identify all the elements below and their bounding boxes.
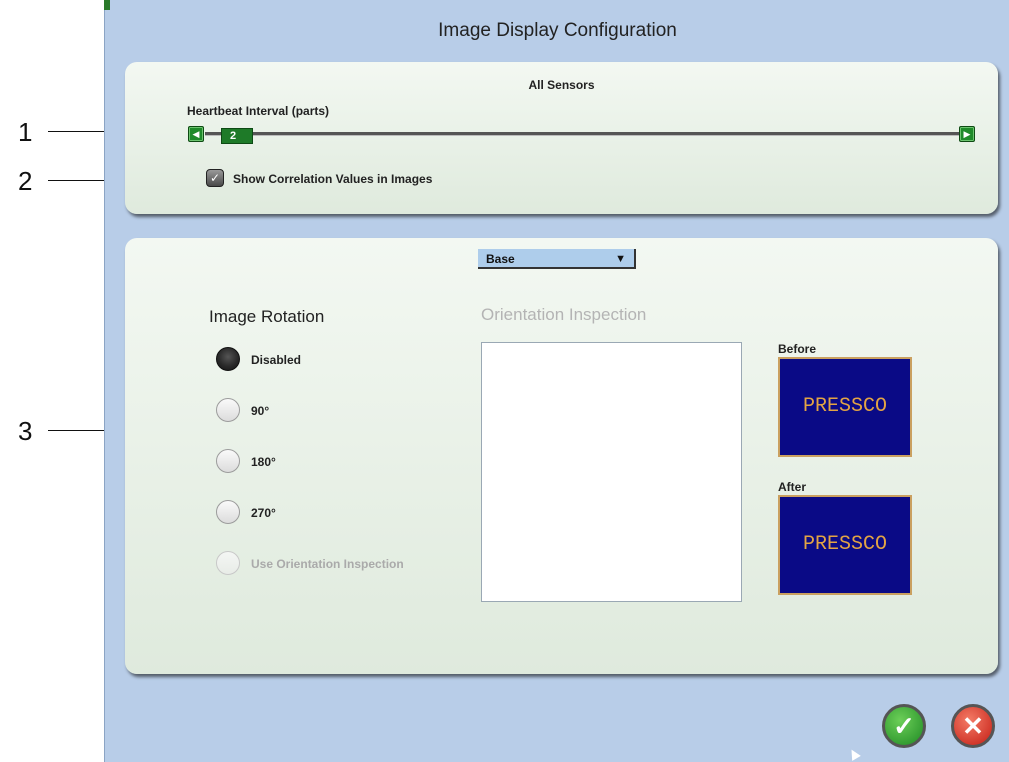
heartbeat-slider-thumb[interactable]: 2 — [221, 128, 253, 144]
slider-increment-button[interactable]: ▶ — [959, 126, 975, 142]
all-sensors-panel: All Sensors Heartbeat Interval (parts) ◀… — [125, 62, 998, 214]
show-correlation-label: Show Correlation Values in Images — [233, 172, 433, 186]
image-display-configuration-dialog: Image Display Configuration All Sensors … — [104, 0, 1009, 762]
before-label: Before — [778, 342, 817, 356]
radio-270[interactable] — [216, 500, 240, 524]
all-sensors-title: All Sensors — [528, 78, 595, 92]
radio-label-180: 180° — [251, 455, 276, 469]
radio-label-use-orientation-inspection: Use Orientation Inspection — [251, 557, 404, 571]
chevron-right-icon: ▶ — [963, 129, 971, 139]
window-corner-decoration — [104, 0, 110, 10]
callout-number-2: 2 — [18, 166, 33, 196]
slider-decrement-button[interactable]: ◀ — [188, 126, 204, 142]
after-label: After — [778, 480, 807, 494]
callout-number-3: 3 — [18, 416, 33, 446]
heartbeat-interval-label: Heartbeat Interval (parts) — [187, 104, 330, 118]
radio-use-orientation-inspection[interactable] — [216, 551, 240, 575]
radio-180[interactable] — [216, 449, 240, 473]
radio-label-270: 270° — [251, 506, 276, 520]
radio-disabled[interactable] — [216, 347, 240, 371]
dialog-title: Image Display Configuration — [438, 20, 677, 41]
sensor-select-dropdown[interactable]: Base ▼ — [478, 249, 636, 269]
dropdown-arrow-icon: ▼ — [615, 253, 626, 265]
before-image: PRESSCO — [778, 357, 912, 457]
image-rotation-panel: Base ▼ Image Rotation Disabled 90° 180° … — [125, 238, 998, 674]
check-icon: ✓ — [893, 711, 915, 741]
radio-label-90: 90° — [251, 404, 270, 418]
orientation-inspection-preview — [481, 342, 742, 602]
show-correlation-checkbox[interactable]: ✓ — [206, 169, 224, 187]
ok-button[interactable]: ✓ — [882, 704, 926, 748]
after-image: PRESSCO — [778, 495, 912, 595]
orientation-inspection-heading: Orientation Inspection — [481, 305, 647, 324]
cancel-button[interactable]: ✕ — [951, 704, 995, 748]
radio-90[interactable] — [216, 398, 240, 422]
image-rotation-heading: Image Rotation — [209, 307, 325, 326]
heartbeat-slider-track[interactable] — [205, 132, 959, 136]
radio-label-disabled: Disabled — [251, 353, 302, 367]
x-icon: ✕ — [962, 711, 984, 741]
dropdown-value: Base — [486, 252, 515, 266]
checkmark-icon: ✓ — [209, 171, 221, 185]
chevron-left-icon: ◀ — [192, 129, 200, 139]
callout-number-1: 1 — [18, 117, 33, 147]
mouse-cursor-icon — [847, 747, 861, 761]
